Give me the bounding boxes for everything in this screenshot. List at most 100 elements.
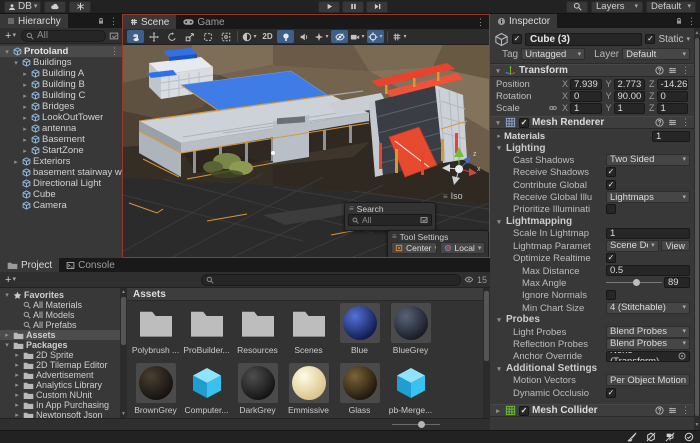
hierarchy-item[interactable]: ▾Buildings: [0, 57, 122, 68]
create-asset-button[interactable]: +▾: [3, 274, 18, 286]
visibility-tool-button[interactable]: [331, 30, 348, 43]
brush-disabled-icon[interactable]: [627, 432, 637, 442]
move-tool-button[interactable]: [145, 30, 162, 43]
project-tree-item[interactable]: ▸Advertisement: [0, 370, 120, 380]
tab-hierarchy[interactable]: Hierarchy: [0, 14, 68, 28]
foldout-arrow-icon[interactable]: ▾: [495, 365, 503, 373]
foldout-arrow-icon[interactable]: ▸: [21, 147, 29, 155]
foldout-arrow-icon[interactable]: ▸: [13, 391, 21, 399]
value-field[interactable]: 0.5: [606, 265, 690, 276]
kebab-menu-icon[interactable]: ⋮: [110, 46, 122, 57]
asset-tile[interactable]: Scenes: [284, 303, 333, 359]
hierarchy-item[interactable]: ▸Building A: [0, 68, 122, 79]
asset-tile[interactable]: BlueGrey: [386, 303, 435, 359]
asset-tile[interactable]: Glass: [335, 363, 384, 418]
scene-picker-icon[interactable]: [109, 31, 119, 41]
assets-breadcrumb[interactable]: Assets: [127, 288, 483, 301]
lock-icon[interactable]: [97, 17, 105, 25]
preset-icon[interactable]: [668, 66, 677, 75]
orientation-gizmo[interactable]: y z x: [439, 143, 483, 187]
hierarchy-item[interactable]: basement stairway w: [0, 167, 122, 178]
kebab-menu-icon[interactable]: ⋮: [476, 17, 485, 28]
create-button[interactable]: +▾: [3, 30, 18, 42]
axis-z-field[interactable]: -14.26: [657, 79, 688, 90]
rotate-tool-button[interactable]: [163, 30, 180, 43]
progress-check-icon[interactable]: [684, 432, 694, 442]
hierarchy-item[interactable]: Directional Light: [0, 178, 122, 189]
property-group-header[interactable]: ▾Probes: [490, 314, 694, 326]
hierarchy-item[interactable]: ▸Bridges: [0, 101, 122, 112]
project-tree-item[interactable]: All Models: [0, 310, 120, 320]
value-dropdown[interactable]: Two Sided▾: [606, 154, 690, 166]
hierarchy-item[interactable]: ▸LookOutTower: [0, 112, 122, 123]
project-tree-item[interactable]: ▸2D Tilemap Editor: [0, 360, 120, 370]
value-field[interactable]: 1: [652, 131, 690, 142]
project-tree-item[interactable]: ▸Custom NUnit: [0, 390, 120, 400]
foldout-arrow-icon[interactable]: ▸: [21, 81, 29, 89]
hierarchy-item[interactable]: ▾Protoland⋮: [0, 46, 122, 57]
help-icon[interactable]: [655, 118, 664, 127]
project-tree-item[interactable]: ▾Favorites: [0, 290, 120, 300]
property-checkbox[interactable]: [606, 204, 616, 214]
hierarchy-item[interactable]: ▸Exteriors: [0, 156, 122, 167]
slider-thumb[interactable]: [418, 421, 425, 428]
transform-component-header[interactable]: ▾ Transform ⋮: [490, 64, 694, 77]
object-name-field[interactable]: Cube (3): [525, 33, 642, 46]
mesh-collider-component-header[interactable]: ▸ ✓ Mesh Collider ⋮: [490, 404, 694, 417]
hidden-packages-eye-icon[interactable]: [464, 275, 474, 284]
active-checkbox[interactable]: ✓: [512, 34, 522, 44]
foldout-arrow-icon[interactable]: ▾: [494, 67, 502, 75]
axis-y-field[interactable]: 2.773: [614, 79, 645, 90]
search-button[interactable]: [566, 1, 588, 13]
foldout-arrow-icon[interactable]: ▸: [13, 401, 21, 409]
foldout-arrow-icon[interactable]: ▸: [494, 407, 502, 415]
project-tree-item[interactable]: All Prefabs: [0, 320, 120, 330]
project-tree-item[interactable]: ▸Newtonsoft Json: [0, 410, 120, 418]
thumbnail-size-slider[interactable]: [392, 424, 440, 425]
asset-tile[interactable]: Blue: [335, 303, 384, 359]
kebab-menu-icon[interactable]: ⋮: [109, 16, 118, 27]
axis-x-field[interactable]: 7.939: [570, 79, 601, 90]
foldout-arrow-icon[interactable]: ▸: [21, 70, 29, 78]
property-checkbox[interactable]: [606, 290, 616, 300]
foldout-arrow-icon[interactable]: ▾: [3, 291, 11, 299]
paint-disabled-icon[interactable]: [665, 432, 675, 442]
scale-tool-button[interactable]: [181, 30, 198, 43]
mesh-renderer-component-header[interactable]: ▾ ✓ Mesh Renderer ⋮: [490, 116, 694, 129]
project-tree-item[interactable]: ▾Packages: [0, 340, 120, 350]
hierarchy-item[interactable]: Cube: [0, 189, 122, 200]
tab-inspector[interactable]: Inspector: [490, 14, 557, 28]
lock-icon[interactable]: [675, 17, 683, 25]
hierarchy-search-input[interactable]: All: [21, 30, 106, 42]
expand-search-icon[interactable]: [420, 216, 428, 224]
foldout-arrow-icon[interactable]: ▾: [495, 144, 503, 152]
gizmos-tool-button[interactable]: ▾: [367, 30, 384, 43]
layer-dropdown[interactable]: Default▾: [622, 48, 690, 60]
asset-tile[interactable]: ProBuilder...: [182, 303, 231, 359]
axis-z-field[interactable]: 1: [657, 103, 688, 114]
help-icon[interactable]: [655, 66, 664, 75]
project-tree-item[interactable]: ▸2D Sprite: [0, 350, 120, 360]
gameobject-cube-icon[interactable]: [494, 32, 509, 47]
preset-icon[interactable]: [668, 118, 677, 127]
foldout-arrow-icon[interactable]: ▸: [12, 158, 20, 166]
orientation-mode-dropdown[interactable]: Local ▾: [440, 242, 486, 254]
search-overlay-header[interactable]: ≡ Search: [345, 203, 435, 214]
asset-tile[interactable]: Emmissive: [284, 363, 333, 418]
foldout-arrow-icon[interactable]: ▸: [495, 132, 503, 140]
tab-scene[interactable]: Scene: [123, 15, 176, 29]
axis-x-field[interactable]: 1: [570, 103, 601, 114]
foldout-arrow-icon[interactable]: ▸: [13, 351, 21, 359]
scrollbar-thumb[interactable]: [695, 38, 699, 416]
tab-console[interactable]: Console: [59, 258, 122, 272]
camera-tool-button[interactable]: ▾: [349, 30, 366, 43]
axis-y-field[interactable]: 90.00: [614, 91, 645, 102]
property-group-header[interactable]: ▾Lightmapping: [490, 216, 694, 228]
component-enabled-checkbox[interactable]: ✓: [519, 406, 529, 416]
projection-toggle[interactable]: ≡ Iso: [443, 191, 463, 201]
services-button[interactable]: [69, 1, 91, 13]
scrollbar-thumb[interactable]: [484, 291, 489, 361]
component-enabled-checkbox[interactable]: ✓: [519, 118, 529, 128]
value-dropdown[interactable]: Scene Default Para▾: [606, 240, 659, 252]
audio-tool-button[interactable]: [295, 30, 312, 43]
